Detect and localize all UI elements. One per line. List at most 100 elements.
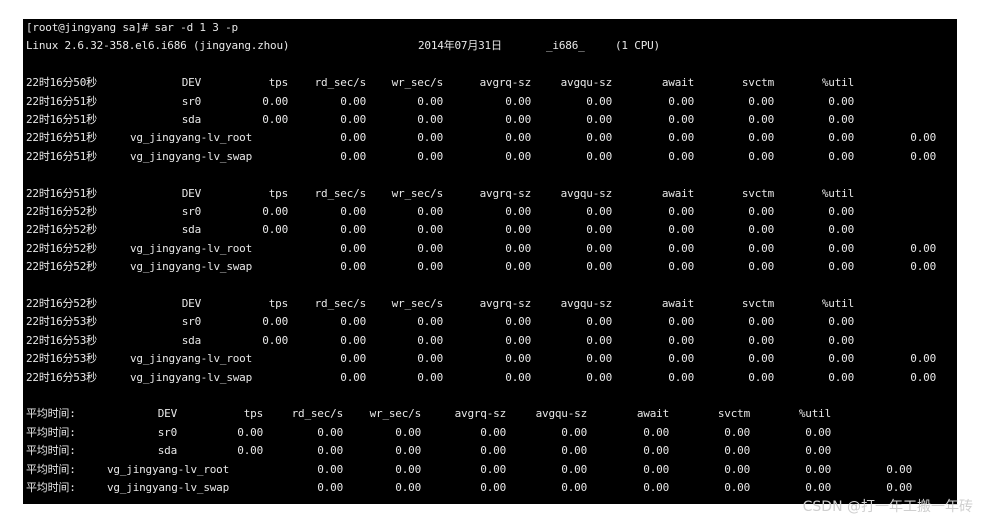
metric-value: 0.00 xyxy=(668,260,694,274)
metric-value: 0.00 xyxy=(417,205,443,218)
column-header: %util xyxy=(821,186,854,200)
metric-value: 0.00 xyxy=(340,370,366,384)
column-header: svctm xyxy=(741,297,774,310)
column-header: wr_sec/s xyxy=(391,186,444,200)
metric-value: 0.00 xyxy=(586,149,612,163)
device-name: vg_jingyang-lv_swap xyxy=(130,260,253,274)
metric-value: 0.00 xyxy=(724,425,750,439)
metric-value: 0.00 xyxy=(505,315,531,329)
timestamp: 22时16分53秒 xyxy=(26,370,97,384)
metric-value: 0.00 xyxy=(395,462,421,476)
metric-value: 0.00 xyxy=(748,333,774,347)
metric-value: 0.00 xyxy=(748,113,774,126)
metric-value: 0.00 xyxy=(480,444,506,458)
device-name: sda xyxy=(181,223,201,237)
metric-value: 0.00 xyxy=(417,352,443,366)
timestamp: 22时16分53秒 xyxy=(26,333,97,347)
metric-value: 0.00 xyxy=(586,315,612,329)
metric-value: 0.00 xyxy=(668,205,694,218)
timestamp: 22时16分53秒 xyxy=(26,352,97,366)
system-info: Linux 2.6.32-358.el6.i686 (jingyang.zhou… xyxy=(26,39,290,53)
metric-value: 0.00 xyxy=(724,462,750,476)
metric-value: 0.00 xyxy=(668,223,694,237)
metric-value: 0.00 xyxy=(317,462,343,476)
metric-value: 0.00 xyxy=(828,131,854,145)
column-header: DEV xyxy=(157,407,177,421)
timestamp: 平均时间: xyxy=(26,425,76,439)
metric-value: 0.00 xyxy=(724,444,750,458)
metric-value: 0.00 xyxy=(262,113,288,126)
timestamp: 22时16分51秒 xyxy=(26,94,97,108)
metric-value: 0.00 xyxy=(828,149,854,163)
metric-value: 0.00 xyxy=(748,241,774,255)
column-header: avgqu-sz xyxy=(560,76,613,90)
metric-value: 0.00 xyxy=(340,113,366,126)
metric-value: 0.00 xyxy=(480,481,506,494)
metric-value: 0.00 xyxy=(417,94,443,108)
metric-value: 0.00 xyxy=(586,223,612,237)
metric-value: 0.00 xyxy=(505,333,531,347)
metric-value: 0.00 xyxy=(805,462,831,476)
column-header: wr_sec/s xyxy=(369,407,422,421)
metric-value: 0.00 xyxy=(480,425,506,439)
column-header: await xyxy=(661,186,694,200)
metric-value: 0.00 xyxy=(505,352,531,366)
metric-value: 0.00 xyxy=(586,241,612,255)
metric-value: 0.00 xyxy=(910,260,936,274)
device-name: sda xyxy=(181,333,201,347)
metric-value: 0.00 xyxy=(340,241,366,255)
metric-value: 0.00 xyxy=(668,315,694,329)
device-name: vg_jingyang-lv_root xyxy=(130,131,253,145)
column-header: avgrq-sz xyxy=(479,186,532,200)
metric-value: 0.00 xyxy=(505,370,531,384)
metric-value: 0.00 xyxy=(417,113,443,126)
column-header: %util xyxy=(821,297,854,310)
metric-value: 0.00 xyxy=(828,315,854,329)
metric-value: 0.00 xyxy=(417,223,443,237)
metric-value: 0.00 xyxy=(505,205,531,218)
cpu-count: (1 CPU) xyxy=(615,39,660,53)
column-header: DEV xyxy=(181,186,201,200)
column-header: %util xyxy=(798,407,831,421)
metric-value: 0.00 xyxy=(586,333,612,347)
timestamp: 22时16分52秒 xyxy=(26,260,97,274)
terminal-window[interactable]: [root@jingyang sa]# sar -d 1 3 -p Linux 2… xyxy=(23,19,957,504)
metric-value: 0.00 xyxy=(748,131,774,145)
metric-value: 0.00 xyxy=(340,149,366,163)
metric-value: 0.00 xyxy=(910,352,936,366)
metric-value: 0.00 xyxy=(340,315,366,329)
device-name: vg_jingyang-lv_swap xyxy=(130,149,253,163)
column-header: svctm xyxy=(717,407,750,421)
metric-value: 0.00 xyxy=(340,352,366,366)
metric-value: 0.00 xyxy=(561,462,587,476)
column-header: await xyxy=(661,297,694,310)
metric-value: 0.00 xyxy=(886,462,912,476)
timestamp: 22时16分51秒 xyxy=(26,149,97,163)
metric-value: 0.00 xyxy=(340,223,366,237)
metric-value: 0.00 xyxy=(805,425,831,439)
device-name: sr0 xyxy=(181,315,201,329)
device-name: vg_jingyang-lv_swap xyxy=(107,481,230,494)
metric-value: 0.00 xyxy=(505,241,531,255)
metric-value: 0.00 xyxy=(417,260,443,274)
metric-value: 0.00 xyxy=(586,131,612,145)
metric-value: 0.00 xyxy=(748,94,774,108)
column-header: wr_sec/s xyxy=(391,76,444,90)
metric-value: 0.00 xyxy=(417,370,443,384)
device-name: vg_jingyang-lv_root xyxy=(107,462,230,476)
timestamp: 22时16分52秒 xyxy=(26,297,97,310)
column-header: avgqu-sz xyxy=(560,297,613,310)
metric-value: 0.00 xyxy=(748,260,774,274)
metric-value: 0.00 xyxy=(748,149,774,163)
metric-value: 0.00 xyxy=(505,94,531,108)
device-name: vg_jingyang-lv_root xyxy=(130,241,253,255)
metric-value: 0.00 xyxy=(417,149,443,163)
column-header: tps xyxy=(268,186,288,200)
timestamp: 22时16分51秒 xyxy=(26,131,97,145)
metric-value: 0.00 xyxy=(805,444,831,458)
metric-value: 0.00 xyxy=(505,149,531,163)
metric-value: 0.00 xyxy=(340,131,366,145)
metric-value: 0.00 xyxy=(586,370,612,384)
metric-value: 0.00 xyxy=(910,131,936,145)
metric-value: 0.00 xyxy=(643,444,669,458)
